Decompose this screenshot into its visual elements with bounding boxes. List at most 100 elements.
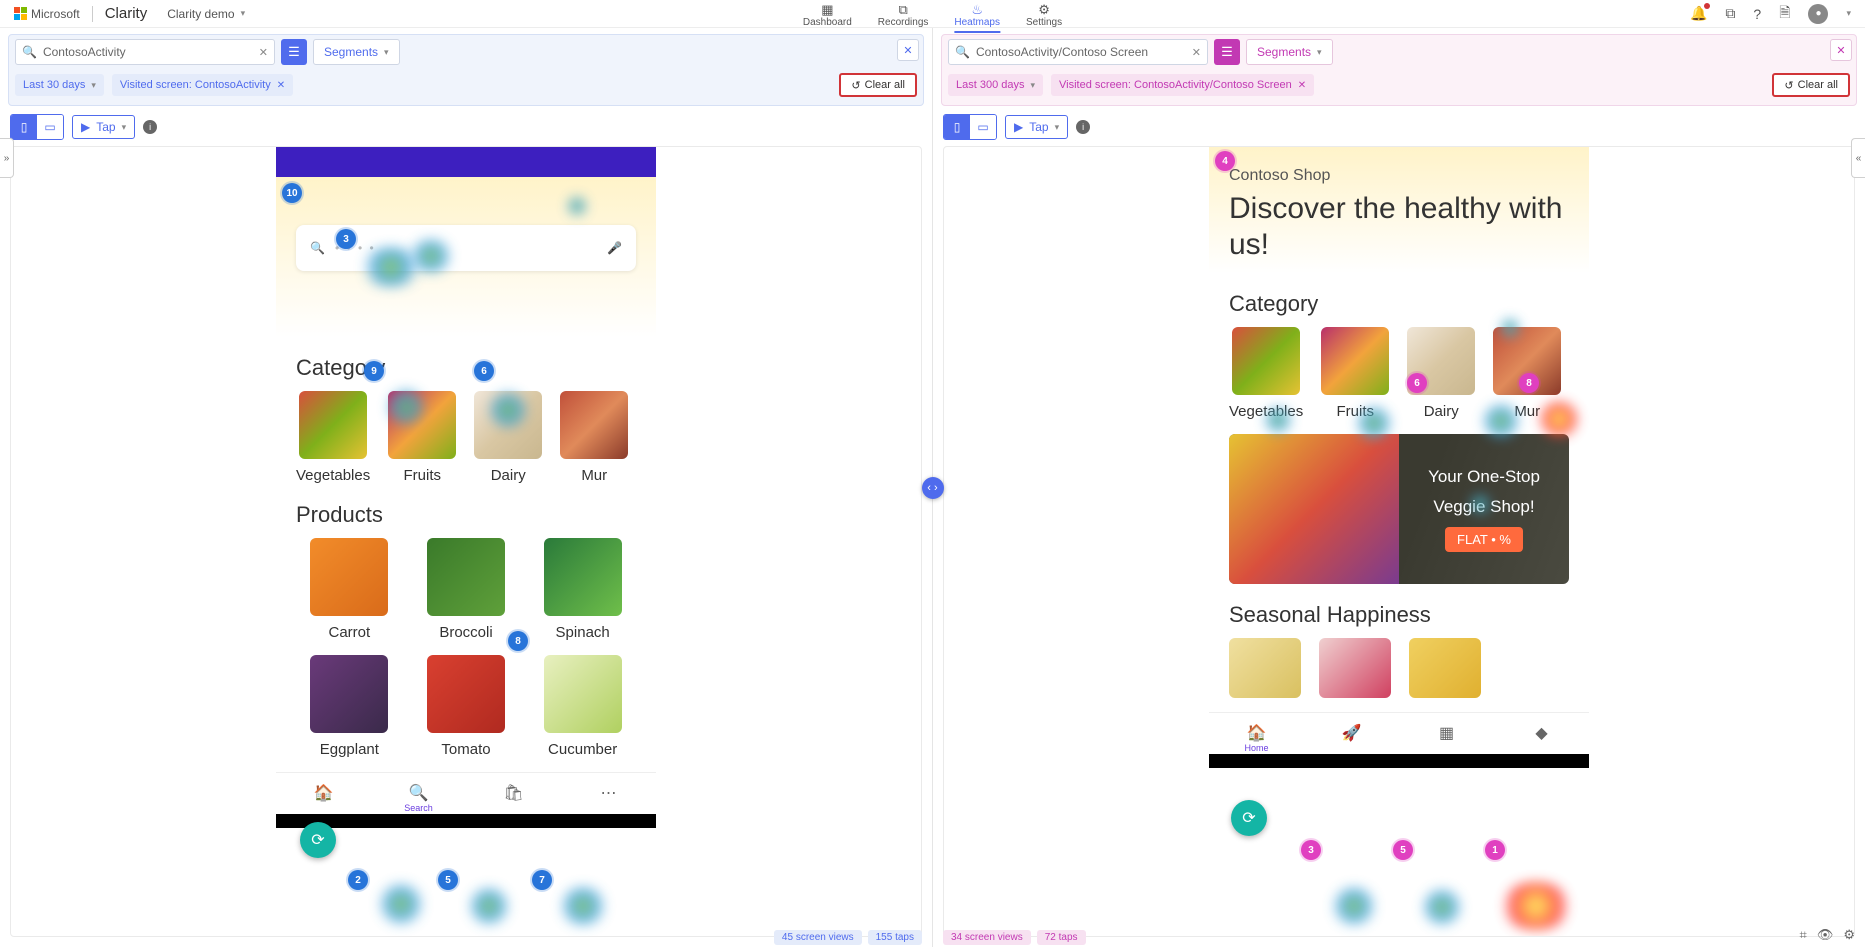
product-spinach[interactable]: Spinach <box>529 538 636 641</box>
banner-cta[interactable]: FLAT • % <box>1445 527 1523 552</box>
heatmap-marker[interactable]: 8 <box>508 631 528 651</box>
divider <box>92 6 93 22</box>
category-vegetables[interactable]: Vegetables <box>1229 327 1303 420</box>
close-pane-right-button[interactable]: ✕ <box>1830 39 1852 61</box>
notifications-icon[interactable]: 🔔 <box>1690 5 1707 22</box>
heatmap-marker[interactable]: 1 <box>1485 840 1505 860</box>
filter-area-left: ✕ 🔍 ContosoActivity ✕ ☰ Segments▾ Last 3… <box>8 34 924 106</box>
settings-button[interactable]: ⚙ <box>1843 927 1855 943</box>
top-nav: Microsoft Clarity Clarity demo ▾ ▦Dashbo… <box>0 0 1865 28</box>
split-drag-handle[interactable]: ‹ › <box>922 477 944 499</box>
metric-dropdown-right[interactable]: ▶Tap▾ <box>1005 115 1068 139</box>
view-mobile-button[interactable]: ▯ <box>944 115 970 139</box>
avatar-chevron-icon[interactable]: ▾ <box>1846 8 1851 19</box>
search-input-left[interactable]: 🔍 ContosoActivity ✕ <box>15 39 275 65</box>
seasonal-item[interactable] <box>1319 638 1391 698</box>
avatar[interactable]: ● <box>1808 4 1828 24</box>
integrations-icon[interactable]: ⧉ <box>1725 5 1735 22</box>
heatmap-marker[interactable]: 6 <box>474 361 494 381</box>
refresh-fab[interactable]: ⟳ <box>300 822 336 858</box>
section-products-title: Products <box>296 502 636 528</box>
canvas-left: 10 3 🔍 • • • • 🎤 Category 9 6 Vegetabl <box>10 146 922 937</box>
tab-cart[interactable]: ▦ <box>1436 723 1458 745</box>
search-input-right[interactable]: 🔍 ContosoActivity/Contoso Screen ✕ <box>948 39 1208 65</box>
tab-home[interactable]: 🏠 <box>313 783 335 805</box>
view-mobile-button[interactable]: ▯ <box>11 115 37 139</box>
tab-explore[interactable]: 🚀 <box>1341 723 1363 745</box>
heatmap-marker[interactable]: 3 <box>336 229 356 249</box>
seasonal-item[interactable] <box>1229 638 1301 698</box>
product-tomato[interactable]: Tomato <box>413 655 520 758</box>
refresh-fab[interactable]: ⟳ <box>1231 800 1267 836</box>
heatmap-marker[interactable]: 2 <box>348 870 368 890</box>
visibility-button[interactable]: 👁 <box>1817 927 1834 943</box>
metric-dropdown-left[interactable]: ▶Tap▾ <box>72 115 135 139</box>
heatmap-marker[interactable]: 8 <box>1519 373 1539 393</box>
filter-button-right[interactable]: ☰ <box>1214 39 1240 65</box>
category-fruits[interactable]: Fruits <box>1321 327 1389 420</box>
close-pane-left-button[interactable]: ✕ <box>897 39 919 61</box>
info-button-right[interactable]: i <box>1076 120 1090 134</box>
banner-image <box>1229 434 1399 584</box>
clear-all-right-button[interactable]: ↺Clear all <box>1772 73 1850 97</box>
tab-more[interactable]: ◆ <box>1531 723 1553 745</box>
heatmap-marker[interactable]: 6 <box>1407 373 1427 393</box>
tab-home[interactable]: 🏠Home <box>1246 723 1268 745</box>
collapse-left-button[interactable]: » <box>0 138 14 178</box>
tab-more[interactable]: ⋯ <box>598 783 620 805</box>
heatmap-marker[interactable]: 9 <box>364 361 384 381</box>
stat-taps-left: 155 taps <box>868 930 922 945</box>
product-broccoli[interactable]: Broccoli <box>413 538 520 641</box>
product-cucumber[interactable]: Cucumber <box>529 655 636 758</box>
app-header <box>276 147 656 177</box>
heatmap-marker[interactable]: 4 <box>1215 151 1235 171</box>
segments-button-left[interactable]: Segments▾ <box>313 39 400 65</box>
help-icon[interactable]: ? <box>1753 6 1761 22</box>
project-dropdown[interactable]: Clarity demo ▾ <box>167 7 245 21</box>
pane-right: ✕ 🔍 ContosoActivity/Contoso Screen ✕ ☰ S… <box>932 28 1865 947</box>
view-toggle-right: ▯ ▭ <box>943 114 997 140</box>
layout-button[interactable]: ⌗ <box>1800 927 1807 943</box>
clear-search-icon[interactable]: ✕ <box>259 46 268 59</box>
banner-text: Your One-Stop Veggie Shop! FLAT • % <box>1399 434 1569 584</box>
chevron-down-icon: ▾ <box>384 47 389 58</box>
seasonal-item[interactable] <box>1409 638 1481 698</box>
thumb <box>388 391 456 459</box>
view-tablet-button[interactable]: ▭ <box>37 115 63 139</box>
heat-spot <box>1419 888 1465 926</box>
chip-screen-left[interactable]: Visited screen: ContosoActivity✕ <box>112 74 293 96</box>
heatmap-marker[interactable]: 3 <box>1301 840 1321 860</box>
product-eggplant[interactable]: Eggplant <box>296 655 403 758</box>
app-gesture-bar <box>276 814 656 828</box>
tab-cart[interactable]: 🛍 <box>503 783 525 805</box>
category-fruits[interactable]: Fruits <box>388 391 456 484</box>
view-tablet-button[interactable]: ▭ <box>970 115 996 139</box>
product-carrot[interactable]: Carrot <box>296 538 403 641</box>
category-vegetables[interactable]: Vegetables <box>296 391 370 484</box>
chevron-down-icon: ▾ <box>1317 47 1322 58</box>
promo-banner[interactable]: Your One-Stop Veggie Shop! FLAT • % <box>1229 434 1569 584</box>
collapse-right-button[interactable]: « <box>1851 138 1865 178</box>
section-category-title: Category <box>296 355 636 381</box>
info-button-left[interactable]: i <box>143 120 157 134</box>
heatmap-marker[interactable]: 7 <box>532 870 552 890</box>
segments-button-right[interactable]: Segments▾ <box>1246 39 1333 65</box>
thumb <box>310 538 388 616</box>
chip-date-right[interactable]: Last 300 days▾ <box>948 74 1043 96</box>
heatmap-marker[interactable]: 5 <box>1393 840 1413 860</box>
clear-all-left-button[interactable]: ↺Clear all <box>839 73 917 97</box>
play-icon: ▶ <box>81 120 90 134</box>
clear-search-icon[interactable]: ✕ <box>1192 46 1201 59</box>
heatmap-marker[interactable]: 5 <box>438 870 458 890</box>
tab-search[interactable]: 🔍Search <box>408 783 430 805</box>
category-dairy[interactable]: Dairy <box>474 391 542 484</box>
thumb <box>427 655 505 733</box>
chip-screen-right[interactable]: Visited screen: ContosoActivity/Contoso … <box>1051 74 1314 96</box>
heatmap-marker[interactable]: 10 <box>282 183 302 203</box>
chip-remove-icon[interactable]: ✕ <box>1298 80 1306 91</box>
export-icon[interactable]: 🗎 <box>1779 2 1790 26</box>
filter-button-left[interactable]: ☰ <box>281 39 307 65</box>
category-mur[interactable]: Mur <box>560 391 628 484</box>
chip-date-left[interactable]: Last 30 days▾ <box>15 74 104 96</box>
chip-remove-icon[interactable]: ✕ <box>277 80 285 91</box>
